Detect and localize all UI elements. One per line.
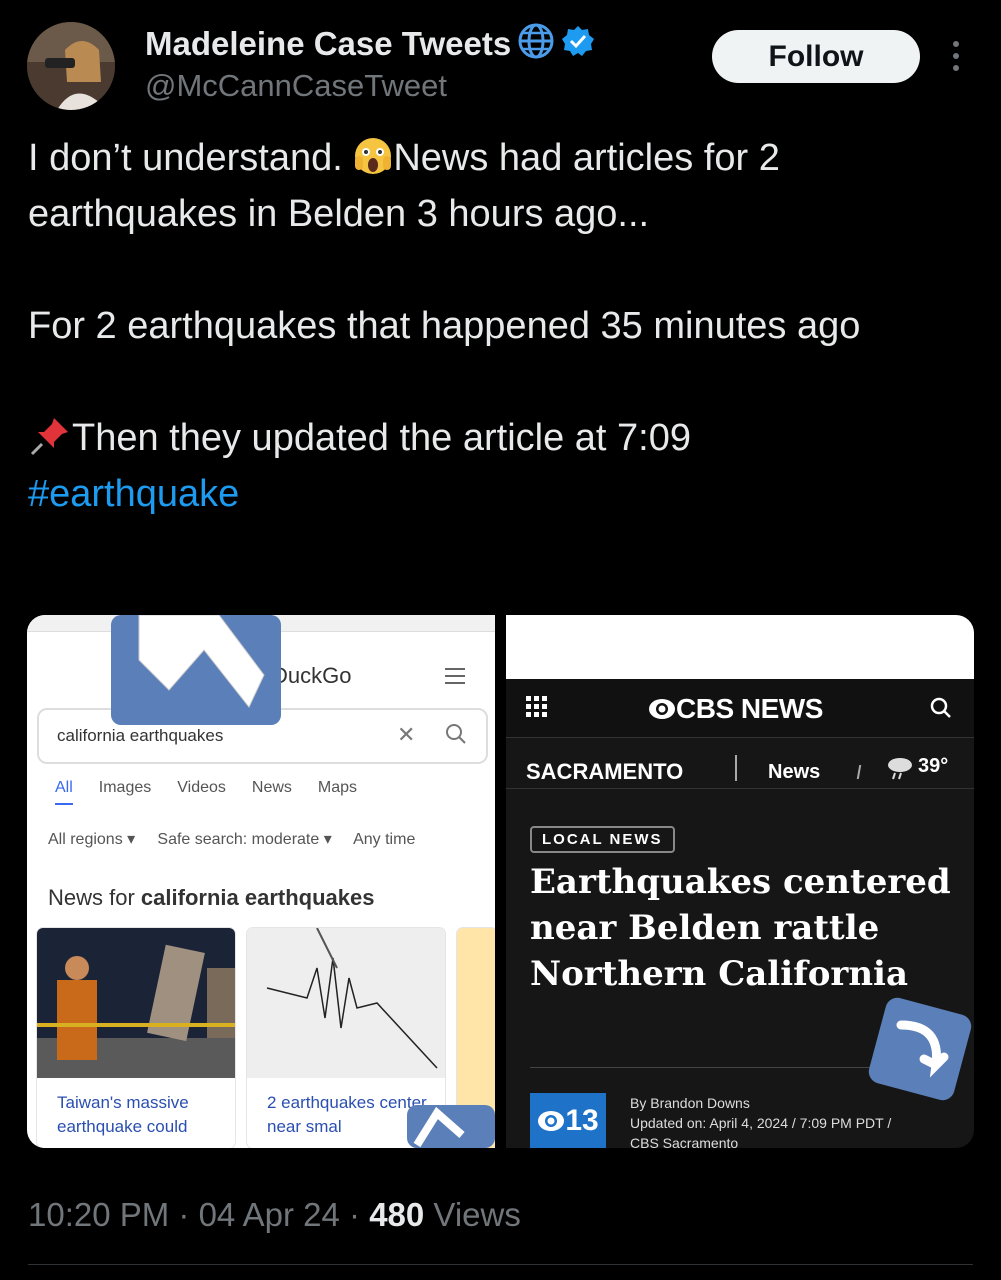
cbs-eye-icon — [538, 1110, 565, 1131]
search-icon — [929, 696, 953, 725]
news-heading-prefix: News for — [48, 885, 141, 910]
news-card-1-caption: Taiwan's massive earthquake could — [57, 1093, 189, 1136]
cbs-eye-icon — [649, 699, 675, 719]
hamburger-icon — [445, 667, 465, 690]
tab-all: All — [55, 779, 73, 805]
search-icon — [444, 722, 468, 751]
follow-button[interactable]: Follow — [712, 30, 920, 83]
tweet-line-3: Then they updated the article at 7:09 — [72, 417, 691, 459]
pushpin-emoji-icon — [28, 417, 72, 459]
more-icon[interactable] — [944, 38, 968, 78]
handle[interactable]: @McCannCaseTweet — [145, 68, 447, 104]
scream-emoji-icon — [353, 137, 393, 179]
name-row: Madeleine Case Tweets — [145, 22, 595, 65]
divider — [28, 1264, 973, 1265]
cursor-arrow-icon — [866, 995, 974, 1108]
tab-news: News — [251, 779, 292, 796]
cbs-headline: Earthquakes centered near Belden rattle … — [530, 862, 951, 994]
cursor-arrow-icon — [407, 1105, 495, 1148]
tweet-line-1: I don’t understand. — [28, 137, 354, 179]
globe-icon — [517, 22, 555, 65]
search-tabs: All Images Videos News Maps — [55, 779, 357, 805]
news-card-1: Taiwan's massive earthquake could — [37, 928, 235, 1148]
tab-images: Images — [98, 779, 152, 796]
seismograph-image — [247, 928, 445, 1078]
weather-icon — [886, 753, 914, 786]
cbs-logo: CBS NEWS — [648, 693, 823, 725]
tweet-timestamp[interactable]: 10:20 PM · 04 Apr 24 · 480 Views — [28, 1196, 521, 1234]
byline-outlet: CBS Sacramento — [630, 1135, 739, 1148]
views-count: 480 — [369, 1196, 425, 1233]
hashtag-link[interactable]: #earthquake — [28, 473, 239, 515]
local-news-badge: LOCAL NEWS — [530, 826, 675, 853]
cbs-logo-text: CBS NEWS — [676, 693, 823, 724]
verified-badge-icon[interactable] — [561, 24, 595, 63]
tweet-line-2: For 2 earthquakes that happened 35 minut… — [28, 305, 861, 347]
left-screenshot[interactable]: DuckGo california earthquakes ✕ All Imag… — [27, 615, 495, 1148]
byline-updated: Updated on: April 4, 2024 / 7:09 PM PDT … — [630, 1115, 892, 1131]
grid-menu-icon — [526, 696, 548, 723]
subnav-divider — [735, 755, 737, 781]
tab-maps: Maps — [317, 779, 358, 796]
browser-bar — [506, 615, 974, 679]
timestamp-text: 10:20 PM · 04 Apr 24 · — [28, 1196, 370, 1233]
tab-videos: Videos — [177, 779, 226, 796]
search-filters: All regions ▾ Safe search: moderate ▾ An… — [48, 831, 416, 848]
right-screenshot[interactable]: CBS NEWS SACRAMENTO News 39° LOCAL NEWS … — [506, 615, 974, 1148]
cursor-arrow-icon — [109, 615, 284, 732]
cbs-section: News — [768, 761, 821, 783]
station-logo: 13 — [530, 1093, 606, 1148]
news-heading-query: california earthquakes — [140, 885, 375, 910]
station-number: 13 — [565, 1103, 599, 1137]
tweet-text: I don’t understand. News had articles fo… — [28, 130, 958, 522]
close-icon: ✕ — [397, 722, 416, 747]
cbs-temp: 39° — [918, 755, 949, 777]
views-label: Views — [424, 1196, 521, 1233]
news-heading: News for california earthquakes — [48, 885, 374, 911]
display-name[interactable]: Madeleine Case Tweets — [145, 25, 511, 63]
news-card-1-image — [37, 928, 235, 1078]
media-grid: DuckGo california earthquakes ✕ All Imag… — [27, 615, 974, 1148]
cbs-city: SACRAMENTO — [526, 759, 684, 784]
avatar[interactable] — [27, 22, 115, 110]
